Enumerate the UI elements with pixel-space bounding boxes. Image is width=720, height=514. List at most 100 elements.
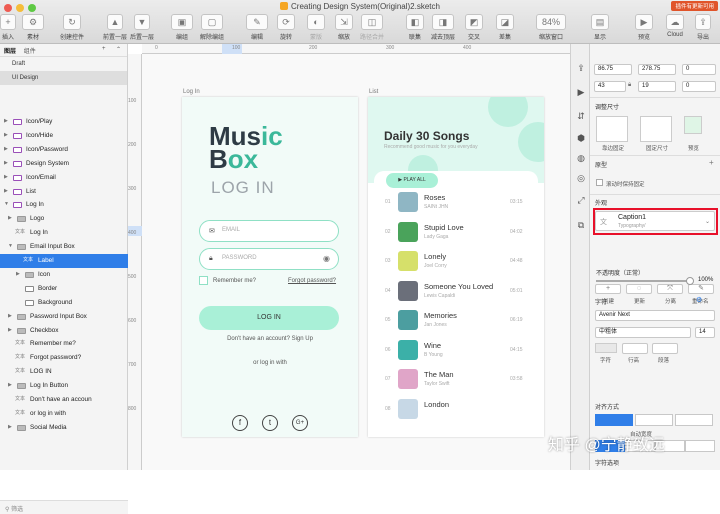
design-canvas[interactable]: Log In Music Box LOG IN ✉ EMAIL 🔒︎ PASSW…	[142, 54, 570, 470]
scroll-fix-checkbox[interactable]	[596, 179, 603, 186]
rotation-input[interactable]: 0	[682, 64, 716, 75]
font-family-select[interactable]: Avenir Next	[595, 310, 715, 321]
song-row[interactable]: 03 Lonely Joel Corry 04:48	[368, 250, 544, 274]
auto-width-button[interactable]	[595, 414, 633, 426]
create-style-button[interactable]: +	[595, 284, 621, 294]
eye-icon[interactable]: ◉	[323, 254, 330, 263]
remember-checkbox[interactable]	[199, 276, 208, 285]
layer-row[interactable]: 文本 Remember me?	[0, 337, 128, 351]
collapse-pages-icon[interactable]: ⌃	[116, 46, 121, 53]
toolbar-7-button[interactable]: ▢ 解除编组	[198, 14, 226, 41]
chevron-right-icon[interactable]: ▶	[4, 143, 10, 157]
list-title[interactable]: Daily 30 Songs	[384, 129, 469, 143]
paragraph-input[interactable]	[652, 343, 678, 354]
chevron-right-icon[interactable]: ▶	[4, 129, 10, 143]
chevron-right-icon[interactable]: ▶	[4, 115, 10, 129]
song-row[interactable]: 04 Someone You Loved Lewis Capaldi 05:01	[368, 280, 544, 304]
resize-icon[interactable]: ⤢	[575, 194, 587, 206]
artboard-list[interactable]: Daily 30 Songs Recommend good music for …	[368, 97, 544, 437]
layer-row[interactable]: ▶ Icon/Play	[0, 115, 128, 129]
pin-edge-control[interactable]	[596, 116, 628, 142]
toolbar-12-button[interactable]: ◫ 路径合并	[358, 14, 386, 41]
layer-row[interactable]: ▼ Log In	[0, 198, 128, 212]
layer-row[interactable]: 文本 Log In	[0, 226, 128, 240]
layer-row[interactable]: ▶ List	[0, 185, 128, 199]
height-input[interactable]: 19	[638, 81, 676, 92]
layer-row[interactable]: ▶ Social Media	[0, 421, 128, 435]
toolbar-20-button[interactable]: ☁ Cloud	[661, 14, 689, 38]
tab-layers[interactable]: 图层	[4, 49, 16, 55]
song-row[interactable]: 06 Wine B Young 04:15	[368, 339, 544, 363]
layer-row[interactable]: 文本 LOG IN	[0, 365, 128, 379]
toolbar-19-button[interactable]: ▶ 预览	[630, 14, 658, 41]
chevron-right-icon[interactable]: ▶	[16, 268, 22, 282]
layer-row[interactable]: ▶ Design System	[0, 157, 128, 171]
prototype-play-icon[interactable]: ▶	[575, 86, 587, 98]
fix-size-control[interactable]	[640, 116, 672, 142]
update-style-button[interactable]: ◌	[626, 284, 652, 294]
layer-row[interactable]: ▶ Icon/Email	[0, 171, 128, 185]
font-size-input[interactable]: 14	[695, 327, 715, 338]
page-ui-design[interactable]: UI Design	[0, 71, 127, 85]
chevron-right-icon[interactable]: ▶	[8, 212, 14, 226]
add-page-icon[interactable]: +	[102, 46, 106, 52]
font-weight-select[interactable]: 中粗体	[595, 327, 691, 338]
toolbar-18-button[interactable]: ▤ 显示	[586, 14, 614, 41]
toolbar-8-button[interactable]: ✎ 编辑	[243, 14, 271, 41]
chevron-down-icon[interactable]: ▼	[8, 240, 14, 254]
layer-row[interactable]: ▶ Logo	[0, 212, 128, 226]
ruler-icon[interactable]: ⇵	[575, 110, 587, 122]
fixed-size-button[interactable]	[675, 414, 713, 426]
layer-row[interactable]: ▶ Icon/Password	[0, 143, 128, 157]
symbol-icon[interactable]: ⬢	[575, 132, 587, 144]
google-plus-icon[interactable]: G+	[292, 415, 308, 431]
toolbar-11-button[interactable]: ⇲ 缩放	[330, 14, 358, 41]
song-row[interactable]: 02 Stupid Love Lady Gaga 04:02	[368, 221, 544, 245]
layer-filter[interactable]: ⚲ 筛选	[0, 500, 128, 514]
chevron-right-icon[interactable]: ▶	[4, 157, 10, 171]
twitter-icon[interactable]: t	[262, 415, 278, 431]
detach-style-button[interactable]: ⤧	[657, 284, 683, 294]
gear-icon[interactable]: ⚙	[696, 296, 702, 304]
toolbar-3-button[interactable]: ↻ 创建控件	[58, 14, 86, 41]
song-row[interactable]: 07 The Man Taylor Swift 03:58	[368, 368, 544, 392]
layer-row[interactable]: ▼ Email Input Box	[0, 240, 128, 254]
align-justify-button[interactable]	[685, 440, 715, 452]
x-input[interactable]: 86.75	[594, 64, 632, 75]
layer-row[interactable]: ▶ Log In Button	[0, 379, 128, 393]
add-prototype-icon[interactable]: +	[709, 158, 714, 167]
toolbar-6-button[interactable]: ▣ 编组	[168, 14, 196, 41]
copy-style-icon[interactable]: ⧉	[575, 219, 587, 231]
line-height-input[interactable]	[622, 343, 648, 354]
tab-components[interactable]: 组件	[24, 49, 36, 55]
page-draft[interactable]: Draft	[0, 57, 127, 71]
artboard-label-login[interactable]: Log In	[183, 89, 200, 95]
chevron-down-icon[interactable]: ▼	[4, 198, 10, 212]
music-box-logo[interactable]: Music Box	[209, 123, 283, 172]
login-button[interactable]: LOG IN	[199, 306, 339, 330]
layer-row[interactable]: ▶ Checkbox	[0, 324, 128, 338]
chevron-right-icon[interactable]: ▶	[8, 324, 14, 338]
radius-input[interactable]: 0	[682, 81, 716, 92]
layer-row[interactable]: 文本 or log in with	[0, 407, 128, 421]
layer-row[interactable]: Background	[0, 296, 128, 310]
toolbar-2-button[interactable]: ⚙ 素材	[19, 14, 47, 41]
toolbar-16-button[interactable]: ◪ 差集	[491, 14, 519, 41]
color-palette-icon[interactable]: ◍	[575, 152, 587, 164]
plugin-update-badge[interactable]: 插件有更新可用	[671, 1, 718, 11]
layer-row[interactable]: 文本 Don't have an accoun	[0, 393, 128, 407]
layer-row[interactable]: ▶ Icon	[0, 268, 128, 282]
layer-row[interactable]: 文本 Forgot password?	[0, 351, 128, 365]
play-all-button[interactable]: ▶ PLAY ALL	[386, 173, 438, 188]
signup-prompt[interactable]: Don't have an account? Sign Up	[182, 336, 358, 342]
login-title[interactable]: LOG IN	[211, 178, 275, 198]
width-input[interactable]: 43	[594, 81, 626, 92]
text-color-swatch[interactable]	[595, 343, 617, 353]
data-icon[interactable]: ◎	[575, 172, 587, 184]
opacity-slider[interactable]	[596, 280, 691, 282]
chevron-right-icon[interactable]: ▶	[8, 310, 14, 324]
toolbar-21-button[interactable]: ⇪ 导出	[689, 14, 717, 41]
toolbar-4-button[interactable]: ▲ 前置一层	[101, 14, 129, 41]
layer-row[interactable]: 文本 Label	[0, 254, 128, 268]
y-input[interactable]: 278.75	[638, 64, 676, 75]
